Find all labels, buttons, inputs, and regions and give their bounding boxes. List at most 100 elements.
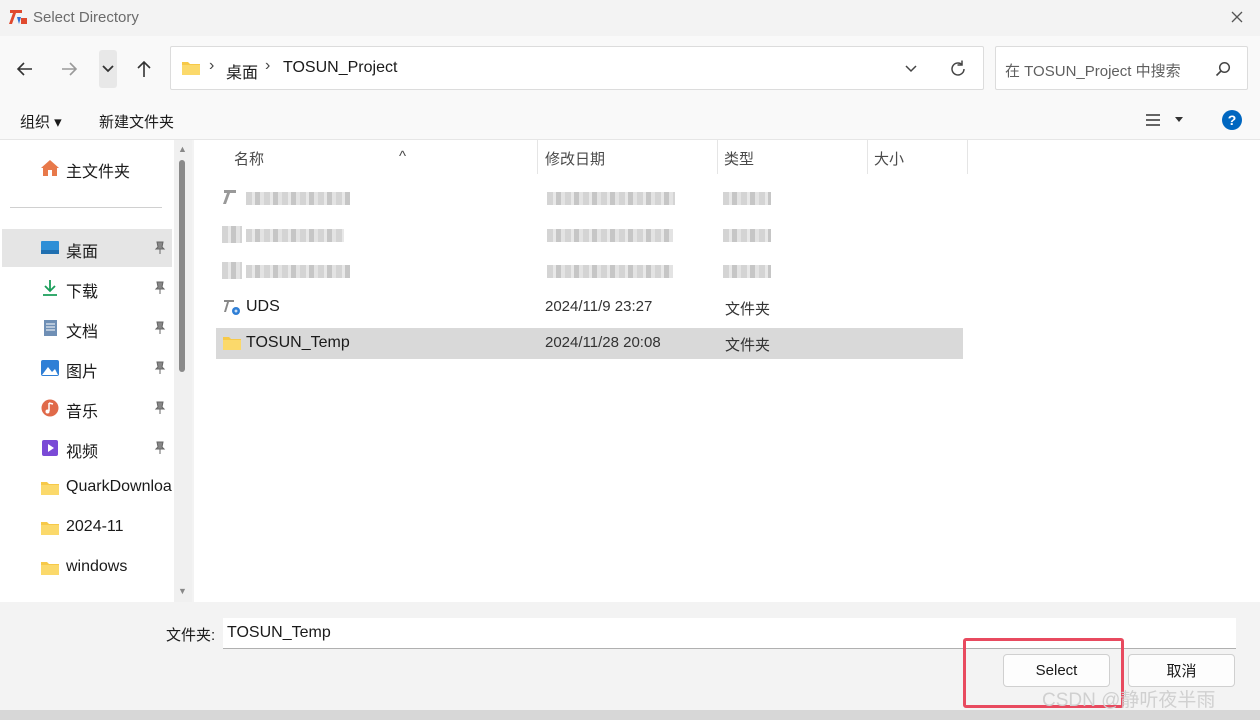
- redacted-text: [723, 192, 771, 205]
- pin-icon[interactable]: [154, 441, 166, 455]
- breadcrumb-desktop[interactable]: 桌面: [226, 59, 258, 83]
- scrollbar-thumb[interactable]: [179, 160, 185, 372]
- cancel-button[interactable]: 取消: [1128, 654, 1235, 687]
- video-icon: [42, 440, 58, 456]
- column-type-label: 类型: [724, 151, 755, 168]
- sidebar-item-desktop[interactable]: 桌面: [2, 229, 172, 267]
- document-icon: [44, 320, 57, 336]
- pin-icon[interactable]: [154, 241, 166, 255]
- sidebar-item-label: 下载: [66, 284, 99, 301]
- file-type: 文件夹: [725, 337, 771, 354]
- desktop-icon: [41, 241, 59, 254]
- chevron-right-icon: ›: [209, 57, 215, 74]
- svg-text:?: ?: [1228, 112, 1237, 128]
- file-row-uds[interactable]: UDS 2024/11/9 23:27 文件夹: [216, 292, 963, 323]
- redacted-text: [723, 229, 771, 242]
- column-header-type[interactable]: 类型: [718, 140, 868, 174]
- app-logo-icon: [9, 10, 27, 24]
- breadcrumb-project[interactable]: TOSUN_Project: [283, 59, 397, 77]
- organize-menu[interactable]: 组织 ▾: [20, 111, 62, 132]
- redacted-text: [246, 229, 344, 242]
- sidebar-item-label: 文档: [66, 324, 99, 341]
- pin-icon[interactable]: [154, 361, 166, 375]
- up-arrow-icon[interactable]: [131, 56, 157, 82]
- folder-icon: [223, 337, 241, 350]
- column-name-label: 名称: [234, 151, 265, 168]
- forward-arrow-icon[interactable]: [56, 56, 82, 82]
- command-bar: 组织 ▾ 新建文件夹 ?: [0, 100, 1260, 140]
- navigation-bar: › 桌面 › TOSUN_Project 在 TOSUN_Project 中搜索: [0, 36, 1260, 100]
- sidebar-item-music[interactable]: 音乐: [2, 389, 172, 427]
- sidebar-item-2024-11[interactable]: 2024-11: [2, 509, 172, 547]
- navigation-pane: 主文件夹 桌面 下载 文档 图片 音乐 视频 QuarkDownloa 2024…: [0, 140, 192, 602]
- folder-icon: [41, 522, 59, 535]
- sidebar-item-label: QuarkDownloa: [66, 478, 172, 495]
- new-folder-button[interactable]: 新建文件夹: [99, 111, 174, 132]
- scroll-up-icon[interactable]: ▲: [178, 144, 187, 154]
- redacted-text: [246, 265, 350, 278]
- window-shadow: [0, 710, 1260, 720]
- redacted-icon: [222, 262, 242, 279]
- download-icon: [43, 280, 57, 296]
- select-directory-dialog: Select Directory › 桌面 › TOSUN_Project 在 …: [0, 0, 1260, 710]
- file-name: UDS: [246, 298, 280, 315]
- sidebar-item-home[interactable]: 主文件夹: [2, 149, 172, 187]
- column-header-modified[interactable]: 修改日期: [538, 140, 718, 174]
- sidebar-item-label: 音乐: [66, 404, 99, 421]
- redacted-text: [547, 265, 673, 278]
- chevron-down-icon[interactable]: [904, 63, 918, 75]
- column-header-name[interactable]: 名称 ^: [216, 140, 538, 174]
- scroll-down-icon[interactable]: ▼: [178, 586, 187, 596]
- sidebar-item-documents[interactable]: 文档: [2, 309, 172, 347]
- music-icon: [41, 399, 59, 417]
- redacted-icon: [222, 226, 242, 243]
- redacted-text: [547, 192, 675, 205]
- redacted-text: [547, 229, 673, 242]
- file-row-tosun-temp[interactable]: TOSUN_Temp 2024/11/28 20:08 文件夹: [216, 328, 963, 359]
- window-title: Select Directory: [33, 9, 139, 26]
- file-type: 文件夹: [725, 301, 771, 318]
- close-icon[interactable]: [1222, 4, 1252, 32]
- search-icon[interactable]: [1214, 60, 1232, 78]
- home-icon: [41, 160, 59, 176]
- sidebar-scrollbar[interactable]: ▲ ▼: [174, 140, 192, 602]
- file-row-redacted[interactable]: [216, 219, 963, 250]
- sidebar-item-pictures[interactable]: 图片: [2, 349, 172, 387]
- sidebar-item-label: 视频: [66, 444, 99, 461]
- pin-icon[interactable]: [154, 281, 166, 295]
- sidebar-item-quarkdownload[interactable]: QuarkDownloa: [2, 469, 172, 507]
- sidebar-item-label: 图片: [66, 364, 99, 381]
- title-bar: Select Directory: [0, 0, 1260, 36]
- file-name: TOSUN_Temp: [246, 334, 350, 351]
- sidebar-item-downloads[interactable]: 下载: [2, 269, 172, 307]
- chevron-down-icon: [102, 65, 114, 73]
- file-row-redacted[interactable]: [216, 255, 963, 286]
- pictures-icon: [41, 360, 59, 376]
- file-row-redacted[interactable]: [216, 182, 963, 213]
- pin-icon[interactable]: [154, 401, 166, 415]
- file-modified: 2024/11/28 20:08: [545, 334, 661, 351]
- sidebar-item-label: 2024-11: [66, 518, 124, 535]
- address-bar[interactable]: › 桌面 › TOSUN_Project: [170, 46, 984, 90]
- sidebar-item-label: 主文件夹: [66, 164, 131, 181]
- help-icon[interactable]: ?: [1221, 109, 1243, 131]
- sidebar-item-label: 桌面: [66, 244, 99, 261]
- sidebar-item-windows[interactable]: windows: [2, 549, 172, 587]
- file-modified: 2024/11/9 23:27: [545, 298, 653, 315]
- view-options-icon[interactable]: [1144, 112, 1188, 128]
- search-box[interactable]: 在 TOSUN_Project 中搜索: [995, 46, 1248, 90]
- sidebar-item-videos[interactable]: 视频: [2, 429, 172, 467]
- watermark: CSDN @静听夜半雨: [1042, 690, 1216, 711]
- pin-icon[interactable]: [154, 321, 166, 335]
- uds-app-icon: [224, 300, 240, 315]
- refresh-icon[interactable]: [948, 59, 968, 79]
- chevron-right-icon: ›: [265, 57, 271, 74]
- back-arrow-icon[interactable]: [12, 56, 38, 82]
- column-header-size[interactable]: 大小: [868, 140, 968, 174]
- app-file-icon: [223, 190, 236, 204]
- folder-icon: [41, 562, 59, 575]
- folder-field-label: 文件夹:: [166, 627, 216, 644]
- recent-locations-button[interactable]: [99, 50, 117, 88]
- redacted-text: [723, 265, 771, 278]
- sidebar-divider: [10, 207, 162, 208]
